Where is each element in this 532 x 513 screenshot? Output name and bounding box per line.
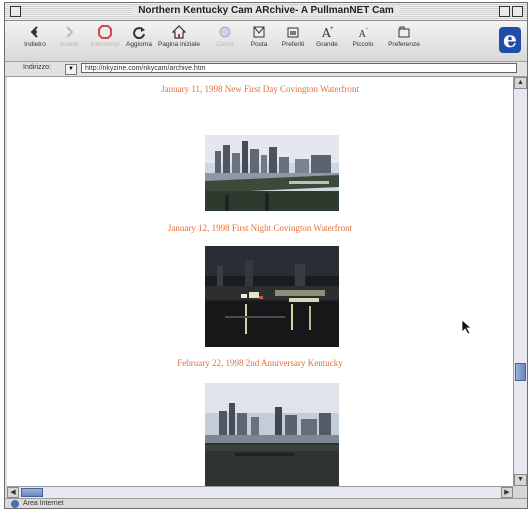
ie-logo-icon[interactable]: e xyxy=(499,27,521,53)
archive-caption: January 12, 1998 First Night Covington W… xyxy=(167,223,353,233)
status-zone-text: Area Internet xyxy=(23,500,64,507)
search-icon xyxy=(219,26,231,38)
globe-icon xyxy=(11,500,19,508)
forward-arrow-icon xyxy=(66,26,74,38)
mail-icon xyxy=(253,26,265,38)
archive-caption: January 11, 1998 New First Day Covington… xyxy=(161,84,359,94)
home-icon xyxy=(172,25,186,39)
vertical-scrollbar[interactable]: ▲ ▼ xyxy=(513,77,527,486)
horizontal-scrollbar[interactable]: ◀ ▶ xyxy=(7,486,513,498)
scroll-right-arrow-icon[interactable]: ▶ xyxy=(501,487,513,498)
address-history-dropdown[interactable]: ▼ xyxy=(65,64,77,75)
preferences-icon xyxy=(398,26,410,38)
mouse-pointer-icon xyxy=(461,319,473,335)
webcam-photo-night[interactable] xyxy=(205,246,339,347)
svg-text:A: A xyxy=(358,30,366,39)
reload-icon xyxy=(133,27,145,39)
vertical-scroll-thumb[interactable] xyxy=(515,363,526,381)
zoom-box[interactable] xyxy=(499,6,510,17)
favorites-icon xyxy=(287,27,299,38)
address-field[interactable]: http://nkyzine.com/nkycam/archive.htm xyxy=(81,63,517,73)
horizontal-scroll-thumb[interactable] xyxy=(21,488,43,497)
svg-text:+: + xyxy=(330,26,334,32)
archive-caption: February 22, 1998 2nd Anniversary Kentuc… xyxy=(177,358,343,368)
window-title: Northern Kentucky Cam ARchive- A Pullman… xyxy=(132,5,400,16)
toolbar: Indietro Avanti Interrompi Aggiorna Pagi… xyxy=(5,21,527,62)
back-arrow-icon xyxy=(30,26,38,38)
resize-corner[interactable] xyxy=(513,486,527,498)
status-bar: Area Internet xyxy=(5,498,527,508)
webcam-photo-day[interactable] xyxy=(205,135,339,211)
stop-icon xyxy=(98,25,112,39)
scroll-down-arrow-icon[interactable]: ▼ xyxy=(514,474,527,486)
address-bar: Indirizzo: ▼ http://nkyzine.com/nkycam/a… xyxy=(5,62,527,77)
smaller-text-icon: A- xyxy=(358,26,368,39)
scroll-left-arrow-icon[interactable]: ◀ xyxy=(7,487,19,498)
browser-window: Northern Kentucky Cam ARchive- A Pullman… xyxy=(4,2,528,509)
title-bar[interactable]: Northern Kentucky Cam ARchive- A Pullman… xyxy=(5,3,527,21)
svg-text:-: - xyxy=(366,26,368,32)
preferences-button[interactable]: Preferenze xyxy=(379,25,429,48)
larger-text-icon: A + xyxy=(321,26,334,39)
scroll-up-arrow-icon[interactable]: ▲ xyxy=(514,77,527,89)
webcam-photo-overcast[interactable] xyxy=(205,383,339,486)
address-label: Indirizzo: xyxy=(23,64,52,71)
home-button[interactable]: Pagina iniziale xyxy=(155,25,203,48)
page-content: January 11, 1998 New First Day Covington… xyxy=(7,77,513,486)
collapse-box[interactable] xyxy=(512,6,523,17)
